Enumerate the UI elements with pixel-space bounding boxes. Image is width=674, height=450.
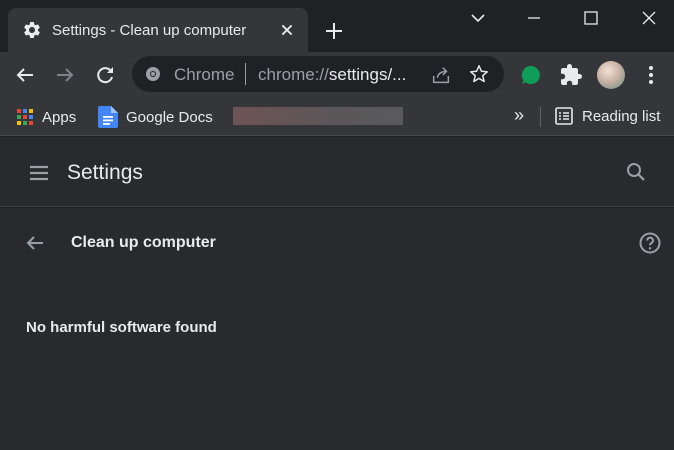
help-icon[interactable] <box>638 231 662 255</box>
bookmark-label: Google Docs <box>126 108 213 126</box>
tab-search-chevron-icon[interactable] <box>466 6 490 30</box>
hamburger-menu-icon[interactable] <box>27 161 51 185</box>
bookmarks-overflow-button[interactable]: » <box>514 105 524 126</box>
extensions-puzzle-icon[interactable] <box>559 63 583 87</box>
bookmark-star-icon[interactable] <box>468 63 490 85</box>
share-icon[interactable] <box>430 64 452 86</box>
back-arrow-icon[interactable] <box>23 231 47 255</box>
browser-toolbar: Chrome chrome://settings/... <box>0 52 674 98</box>
gear-icon <box>24 21 40 38</box>
bookmarks-divider <box>540 107 541 127</box>
settings-header: Settings <box>0 137 674 207</box>
scan-result-text: No harmful software found <box>26 319 217 336</box>
tab-settings[interactable]: Settings - Clean up computer <box>8 8 308 52</box>
apps-grid-icon <box>17 109 33 125</box>
forward-icon[interactable] <box>53 63 77 87</box>
chrome-logo-icon <box>146 67 160 81</box>
bookmark-apps[interactable]: Apps <box>16 106 76 128</box>
url-text[interactable]: chrome://settings/... <box>258 65 418 85</box>
bookmark-label: Apps <box>42 108 77 126</box>
close-tab-icon[interactable] <box>276 19 298 41</box>
close-window-icon[interactable] <box>637 6 661 30</box>
bookmark-google-docs[interactable]: Google Docs <box>98 106 213 128</box>
extension-chat-icon[interactable] <box>519 63 543 87</box>
settings-content: Clean up computer No harmful software fo… <box>0 208 674 450</box>
tab-title: Settings - Clean up computer <box>52 22 247 39</box>
search-icon[interactable] <box>624 160 648 184</box>
omnibox-divider <box>245 63 246 85</box>
site-chip: Chrome <box>174 65 235 84</box>
redacted-bookmark[interactable] <box>233 107 403 125</box>
new-tab-icon[interactable] <box>322 19 346 43</box>
reading-list-icon <box>555 107 573 125</box>
profile-avatar[interactable] <box>597 61 625 89</box>
reload-icon[interactable] <box>93 63 117 87</box>
minimize-icon[interactable] <box>522 6 546 30</box>
kebab-menu-icon[interactable] <box>639 63 663 87</box>
back-icon[interactable] <box>13 63 37 87</box>
address-bar[interactable]: Chrome chrome://settings/... <box>132 56 504 92</box>
url-path: settings/... <box>328 65 407 84</box>
google-docs-icon <box>98 106 118 128</box>
page-title: Clean up computer <box>71 234 216 251</box>
reading-list-button[interactable]: Reading list <box>554 106 660 126</box>
reading-list-label: Reading list <box>582 107 661 125</box>
maximize-icon[interactable] <box>579 6 603 30</box>
settings-title: Settings <box>67 161 143 184</box>
bookmarks-bar: Apps Google Docs » Reading list <box>0 98 674 136</box>
url-scheme: chrome:// <box>258 65 329 84</box>
tab-strip: Settings - Clean up computer <box>0 0 674 52</box>
